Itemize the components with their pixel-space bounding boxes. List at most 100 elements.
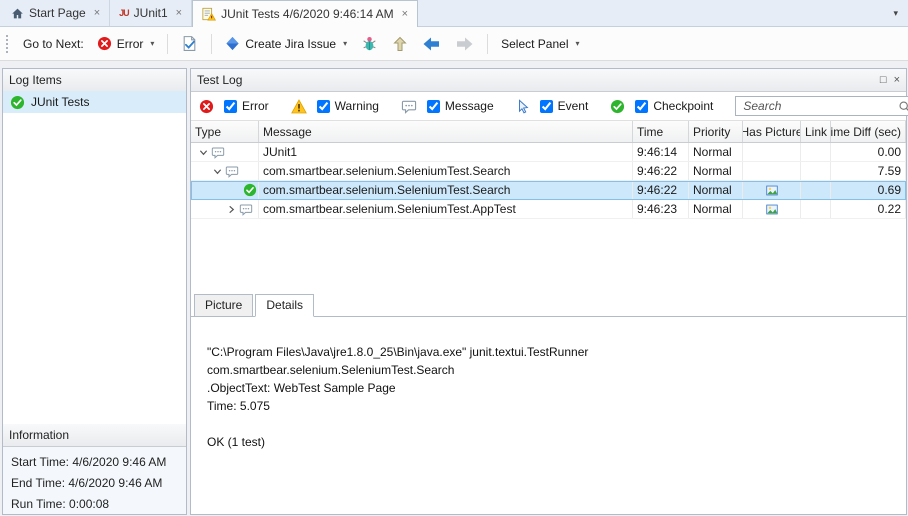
filter-message: Message bbox=[401, 99, 494, 114]
tree-item-junit-tests[interactable]: JUnit Tests bbox=[3, 91, 186, 113]
message-icon bbox=[225, 165, 239, 178]
cell-link bbox=[801, 200, 831, 218]
cell-priority: Normal bbox=[689, 200, 743, 218]
search-input[interactable] bbox=[741, 98, 898, 114]
message-icon bbox=[401, 99, 417, 114]
next-item-button[interactable] bbox=[450, 32, 479, 56]
maximize-icon[interactable]: □ bbox=[880, 74, 887, 86]
close-icon[interactable]: × bbox=[402, 8, 408, 20]
column-header-type[interactable]: Type bbox=[191, 121, 259, 142]
test-log-header: Test Log □ × bbox=[191, 69, 906, 92]
column-header-priority[interactable]: Priority bbox=[689, 121, 743, 142]
compare-report-button[interactable] bbox=[176, 31, 203, 56]
details-line: .ObjectText: WebTest Sample Page bbox=[207, 379, 896, 397]
filter-checkpoint: Checkpoint bbox=[610, 99, 713, 114]
column-header-time[interactable]: Time bbox=[633, 121, 689, 142]
back-arrow-icon bbox=[422, 36, 441, 52]
details-line bbox=[207, 415, 896, 433]
warning-filter-checkbox[interactable] bbox=[317, 100, 330, 113]
select-panel-button[interactable]: Select Panel ▾ bbox=[496, 33, 584, 55]
toolbar-separator bbox=[167, 34, 168, 54]
panel-title: Information bbox=[9, 428, 69, 442]
tab-overflow-button[interactable]: ▾ bbox=[883, 0, 908, 26]
log-items-panel: Log Items JUnit Tests Information Start … bbox=[2, 68, 187, 515]
message-icon bbox=[239, 203, 253, 216]
table-row[interactable]: JUnit1 9:46:14 Normal 0.00 bbox=[191, 143, 906, 162]
close-icon[interactable]: × bbox=[94, 7, 100, 19]
close-icon[interactable]: × bbox=[894, 74, 900, 86]
cell-link bbox=[801, 181, 831, 199]
cell-message: com.smartbear.selenium.SeleniumTest.Sear… bbox=[259, 162, 633, 180]
error-icon bbox=[199, 99, 214, 114]
checkpoint-icon bbox=[610, 99, 625, 114]
cell-priority: Normal bbox=[689, 143, 743, 161]
toolbar-grip[interactable] bbox=[6, 35, 11, 53]
expander-expand-icon[interactable] bbox=[225, 205, 237, 214]
cell-has-picture bbox=[743, 200, 801, 218]
tab-label: JUnit Tests 4/6/2020 9:46:14 AM bbox=[221, 7, 394, 21]
close-icon[interactable]: × bbox=[176, 7, 182, 19]
cell-time: 9:46:22 bbox=[633, 162, 689, 180]
table-row-selected[interactable]: com.smartbear.selenium.SeleniumTest.Sear… bbox=[191, 181, 906, 200]
tab-details[interactable]: Details bbox=[255, 294, 314, 317]
post-issue-button[interactable] bbox=[356, 31, 383, 56]
junit-icon: JU bbox=[119, 8, 129, 18]
tab-junit-tests-log[interactable]: JUnit Tests 4/6/2020 9:46:14 AM × bbox=[192, 0, 418, 27]
test-log-icon bbox=[202, 7, 216, 21]
main-toolbar: Go to Next: Error ▾ Create Jira Issue ▾ bbox=[0, 27, 908, 61]
filter-label: Event bbox=[558, 99, 589, 113]
details-tab-strip: Picture Details bbox=[191, 294, 906, 317]
details-line: "C:\Program Files\Java\jre1.8.0_25\Bin\j… bbox=[207, 343, 896, 361]
log-items-tree: JUnit Tests bbox=[3, 91, 186, 424]
error-button-label: Error bbox=[117, 37, 144, 51]
cell-has-picture bbox=[743, 162, 801, 180]
event-filter-checkbox[interactable] bbox=[540, 100, 553, 113]
expander-collapse-icon[interactable] bbox=[197, 148, 209, 157]
create-jira-issue-button[interactable]: Create Jira Issue ▾ bbox=[220, 32, 352, 55]
bug-icon bbox=[361, 35, 378, 52]
filter-label: Message bbox=[445, 99, 494, 113]
message-filter-checkbox[interactable] bbox=[427, 100, 440, 113]
end-time-text: End Time: 4/6/2020 9:46 AM bbox=[11, 473, 178, 494]
chevron-down-icon: ▾ bbox=[576, 39, 580, 48]
details-line: com.smartbear.selenium.SeleniumTest.Sear… bbox=[207, 361, 896, 379]
warning-icon bbox=[291, 99, 307, 114]
column-header-has-picture[interactable]: Has Picture bbox=[743, 121, 801, 142]
column-header-message[interactable]: Message bbox=[259, 121, 633, 142]
cell-has-picture bbox=[743, 143, 801, 161]
filter-label: Warning bbox=[335, 99, 379, 113]
up-level-button[interactable] bbox=[387, 32, 413, 56]
error-icon bbox=[97, 36, 112, 51]
cell-message: JUnit1 bbox=[259, 143, 633, 161]
search-icon[interactable] bbox=[898, 100, 908, 113]
go-to-next-error-button[interactable]: Error ▾ bbox=[92, 32, 160, 55]
cell-priority: Normal bbox=[689, 181, 743, 199]
filter-label: Checkpoint bbox=[653, 99, 713, 113]
message-icon bbox=[211, 146, 225, 159]
cell-time: 9:46:22 bbox=[633, 181, 689, 199]
expander-collapse-icon[interactable] bbox=[211, 167, 223, 176]
column-header-link[interactable]: Link bbox=[801, 121, 831, 142]
log-grid-empty-area bbox=[191, 219, 906, 294]
error-filter-checkbox[interactable] bbox=[224, 100, 237, 113]
up-arrow-icon bbox=[392, 36, 408, 52]
picture-icon bbox=[765, 203, 779, 216]
forward-arrow-icon bbox=[455, 36, 474, 52]
table-row[interactable]: com.smartbear.selenium.SeleniumTest.AppT… bbox=[191, 200, 906, 219]
search-box bbox=[735, 96, 908, 116]
tab-start-page[interactable]: Start Page × bbox=[2, 0, 110, 26]
toolbar-separator bbox=[487, 34, 488, 54]
picture-icon bbox=[765, 184, 779, 197]
tab-picture[interactable]: Picture bbox=[194, 294, 253, 317]
tab-junit1[interactable]: JU JUnit1 × bbox=[110, 0, 192, 26]
column-header-time-diff[interactable]: Time Diff (sec) bbox=[831, 121, 906, 142]
tab-label: Start Page bbox=[29, 6, 86, 20]
checkpoint-filter-checkbox[interactable] bbox=[635, 100, 648, 113]
document-tabbar: Start Page × JU JUnit1 × JUnit Tests 4/6… bbox=[0, 0, 908, 27]
table-row[interactable]: com.smartbear.selenium.SeleniumTest.Sear… bbox=[191, 162, 906, 181]
jira-diamond-icon bbox=[225, 36, 240, 51]
cell-time-diff: 0.00 bbox=[831, 143, 906, 161]
create-jira-label: Create Jira Issue bbox=[245, 37, 336, 51]
cell-has-picture bbox=[743, 181, 801, 199]
previous-item-button[interactable] bbox=[417, 32, 446, 56]
